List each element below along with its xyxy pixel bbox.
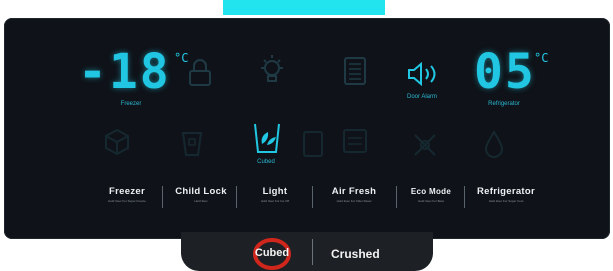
button-divider (464, 186, 465, 208)
air-fresh-button[interactable]: Air Fresh (316, 186, 392, 197)
water-dispense-icon (343, 129, 367, 153)
freezer-button-hint: Hold 3sec For Super Freeze (108, 199, 146, 203)
ice-cube-icon (105, 128, 129, 156)
cubed-glass-icon (254, 123, 280, 153)
freezer-display-label: Freezer (120, 101, 142, 107)
control-panel: -18 °C Freezer Door Alarm 05 °C Refriger… (4, 18, 610, 239)
cubed-option[interactable]: Cubed (253, 247, 291, 259)
button-divider (396, 186, 397, 208)
refrigerator-temp-unit: °C (534, 51, 549, 65)
crushed-icon (303, 131, 323, 157)
refrigerator-button[interactable]: Refrigerator (468, 186, 544, 197)
light-button-hint: Hold 3sec For Ice Off (260, 199, 290, 203)
button-divider (236, 186, 237, 208)
vacation-icon (414, 134, 436, 156)
water-drop-icon (484, 130, 504, 158)
lock-icon (189, 59, 211, 86)
freezer-temp-unit: °C (174, 51, 189, 65)
freezer-button[interactable]: Freezer (92, 186, 162, 197)
filter-icon (344, 57, 366, 85)
cubed-display-label: Cubed (257, 159, 275, 165)
refrigerator-display-label: Refrigerator (488, 101, 520, 107)
refrigerator-button-hint: Hold 3sec For Super Cool (488, 199, 524, 203)
door-alarm-label: Door Alarm (406, 94, 437, 100)
tray-divider (312, 239, 313, 265)
button-divider (312, 186, 313, 208)
child-lock-button[interactable]: Child Lock (166, 186, 236, 197)
ice-selector-tray: Cubed Crushed (181, 232, 433, 271)
crushed-option[interactable]: Crushed (331, 247, 380, 261)
eco-mode-button[interactable]: Eco Mode (400, 187, 462, 196)
top-banner (223, 0, 385, 15)
eco-mode-button-hint: Hold 3sec For Beta (418, 199, 444, 203)
bulb-icon (261, 55, 283, 82)
speaker-icon (408, 62, 436, 86)
light-button[interactable]: Light (240, 186, 310, 197)
ice-water-icon (181, 132, 203, 156)
refrigerator-temp: 05 (474, 44, 536, 100)
air-fresh-button-hint: Hold 3sec For Filter Reset (336, 199, 372, 203)
button-divider (162, 186, 163, 208)
child-lock-button-hint: Hold 3sec (194, 199, 208, 203)
freezer-temp: -18 (78, 44, 171, 100)
